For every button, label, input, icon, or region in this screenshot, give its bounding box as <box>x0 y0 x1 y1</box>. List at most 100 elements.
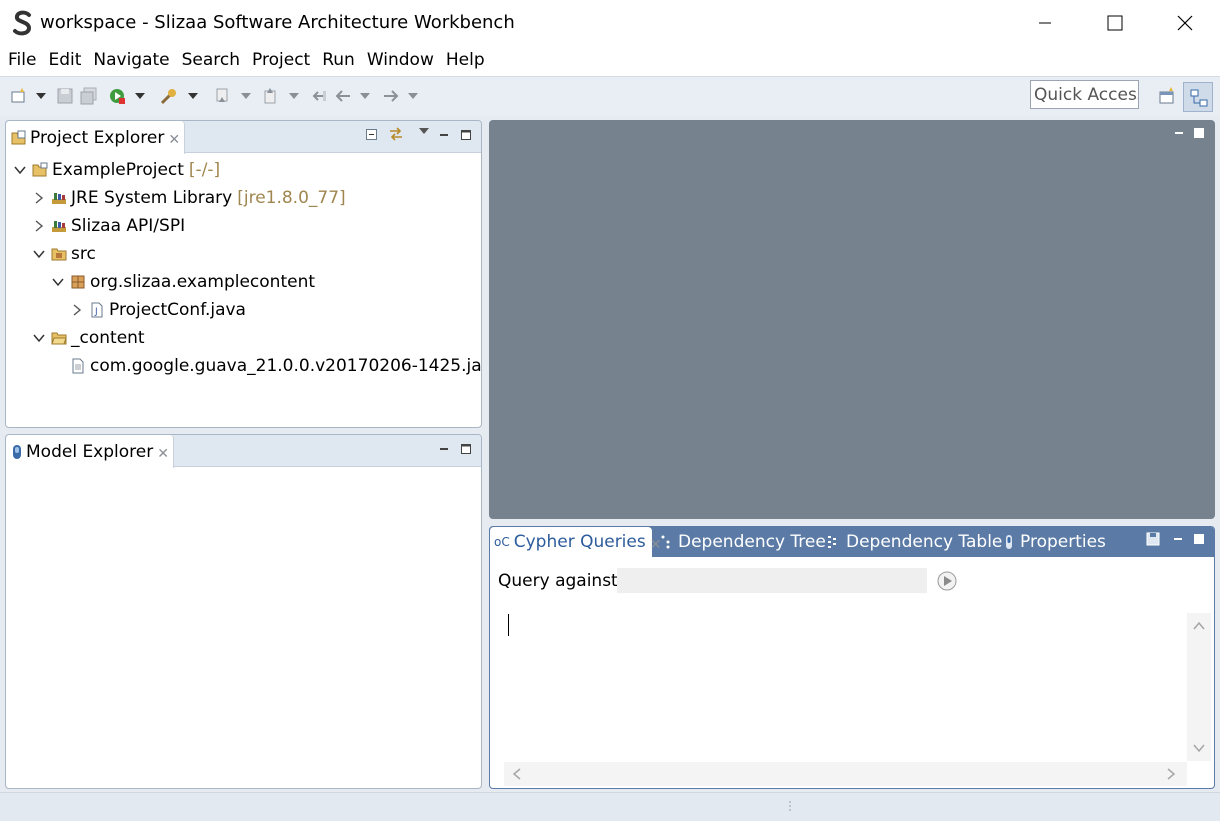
expanded-chevron-icon[interactable] <box>32 247 46 261</box>
save-query-icon[interactable] <box>1146 532 1160 546</box>
close-tab-icon[interactable]: ✕ <box>157 446 169 462</box>
vertical-scrollbar[interactable] <box>1187 613 1211 761</box>
execute-query-icon[interactable] <box>936 570 958 592</box>
menu-navigate[interactable]: Navigate <box>88 46 174 76</box>
run-icon[interactable] <box>108 87 126 105</box>
scroll-right-icon[interactable] <box>1166 768 1176 780</box>
forward-icon[interactable] <box>382 87 400 105</box>
tab-model-explorer[interactable]: Model Explorer ✕ <box>6 435 174 468</box>
tab-model-explorer-label: Model Explorer <box>26 441 154 462</box>
tab-dependency-table[interactable]: Dependency Table <box>826 527 1002 557</box>
scroll-left-icon[interactable] <box>512 768 522 780</box>
collapsed-chevron-icon[interactable] <box>32 191 46 205</box>
tree-item-example-project[interactable]: ExampleProject [-/-] <box>13 156 220 184</box>
collapsed-chevron-icon[interactable] <box>70 303 84 317</box>
view-menu-icon[interactable] <box>419 128 429 134</box>
project-explorer-tabstrip: Project Explorer ✕ <box>6 121 481 154</box>
query-against-field[interactable] <box>617 568 927 593</box>
menu-project[interactable]: Project <box>247 46 315 76</box>
new-dropdown-icon[interactable] <box>36 93 46 99</box>
tree-item-jar-file[interactable]: com.google.guava_21.0.0.v20170206-1425.j… <box>70 352 482 380</box>
tab-label: Properties <box>1020 532 1106 552</box>
run-dropdown-icon[interactable] <box>135 93 145 99</box>
tree-item-label: Slizaa API/SPI <box>71 216 186 236</box>
collapsed-chevron-icon[interactable] <box>32 219 46 233</box>
status-bar-grip-icon[interactable] <box>788 800 792 814</box>
previous-annotation-dropdown-icon[interactable] <box>289 93 299 99</box>
maximize-view-icon[interactable] <box>1193 533 1205 545</box>
external-tools-dropdown-icon[interactable] <box>188 93 198 99</box>
tree-item-label: JRE System Library <box>71 188 233 208</box>
minimize-view-icon[interactable] <box>438 443 450 455</box>
package-icon <box>71 275 85 289</box>
model-explorer-icon <box>13 444 21 459</box>
new-icon[interactable] <box>10 87 28 105</box>
close-button[interactable] <box>1150 0 1220 46</box>
scroll-down-icon[interactable] <box>1193 743 1205 753</box>
menu-run[interactable]: Run <box>317 46 360 76</box>
tree-item-package[interactable]: org.slizaa.examplecontent <box>51 268 315 296</box>
horizontal-scrollbar[interactable] <box>504 762 1187 786</box>
tab-cypher-queries[interactable]: oC Cypher Queries ✕ <box>490 527 661 557</box>
back-dropdown-icon[interactable] <box>360 93 370 99</box>
tree-item-java-file[interactable]: J ProjectConf.java <box>70 296 246 324</box>
dependency-table-icon <box>828 536 836 548</box>
expanded-chevron-icon[interactable] <box>51 275 65 289</box>
minimize-button[interactable] <box>1010 0 1080 46</box>
minimize-view-icon[interactable] <box>1172 533 1184 545</box>
menu-file[interactable]: File <box>3 46 41 76</box>
maximize-button[interactable] <box>1080 0 1150 46</box>
tree-item-content-folder[interactable]: _content <box>32 324 145 352</box>
menu-edit[interactable]: Edit <box>43 46 86 76</box>
model-explorer-tabstrip: Model Explorer ✕ <box>6 435 481 468</box>
maximize-editor-icon[interactable] <box>1193 127 1205 139</box>
open-perspective-icon[interactable] <box>1158 87 1176 105</box>
link-with-editor-icon[interactable] <box>388 127 404 141</box>
scroll-up-icon[interactable] <box>1193 621 1205 631</box>
minimize-view-icon[interactable] <box>438 129 450 141</box>
tab-label: Dependency Table <box>846 532 1003 552</box>
last-edit-location-icon[interactable] <box>310 87 328 105</box>
external-tools-icon[interactable] <box>160 87 178 105</box>
tab-project-explorer[interactable]: Project Explorer ✕ <box>6 121 186 154</box>
save-icon[interactable] <box>56 87 74 105</box>
back-icon[interactable] <box>334 87 352 105</box>
expanded-chevron-icon[interactable] <box>32 331 46 345</box>
library-icon <box>52 193 66 204</box>
collapse-all-icon[interactable] <box>366 129 378 141</box>
model-explorer-view: Model Explorer ✕ <box>5 434 482 789</box>
folder-icon <box>51 332 67 345</box>
tab-dependency-tree[interactable]: Dependency Tree <box>660 527 826 557</box>
menu-search[interactable]: Search <box>177 46 245 76</box>
cypher-query-editor[interactable] <box>504 613 1184 761</box>
menu-window[interactable]: Window <box>362 46 439 76</box>
previous-annotation-icon[interactable] <box>262 87 280 105</box>
tab-label: Dependency Tree <box>678 532 826 552</box>
tree-item-label: ExampleProject <box>52 160 184 180</box>
tree-item-label: src <box>71 244 96 264</box>
menu-bar: File Edit Navigate Search Project Run Wi… <box>0 46 1220 76</box>
save-all-icon[interactable] <box>80 87 98 105</box>
next-annotation-dropdown-icon[interactable] <box>241 93 251 99</box>
title-bar: workspace - Slizaa Software Architecture… <box>0 0 1220 46</box>
forward-dropdown-icon[interactable] <box>408 93 418 99</box>
tree-item-label: com.google.guava_21.0.0.v20170206-1425.j… <box>90 356 482 376</box>
tree-item-src[interactable]: src <box>32 240 96 268</box>
tab-properties[interactable]: Properties <box>1004 527 1106 557</box>
maximize-view-icon[interactable] <box>460 129 472 141</box>
bottom-panel: oC Cypher Queries ✕ Dependency Tree Depe… <box>489 526 1215 789</box>
properties-icon <box>1006 535 1012 549</box>
java-file-icon: J <box>91 302 103 318</box>
tree-item-jre-library[interactable]: JRE System Library [jre1.8.0_77] <box>32 184 346 212</box>
expanded-chevron-icon[interactable] <box>13 163 27 177</box>
next-annotation-icon[interactable] <box>214 87 232 105</box>
slizaa-perspective-button[interactable] <box>1183 82 1213 112</box>
menu-help[interactable]: Help <box>441 46 490 76</box>
quick-access-input[interactable]: Quick Access <box>1030 80 1139 109</box>
close-icon <box>1177 15 1193 31</box>
status-bar <box>0 792 1220 821</box>
close-tab-icon[interactable]: ✕ <box>168 132 180 148</box>
maximize-view-icon[interactable] <box>460 443 472 455</box>
minimize-editor-icon[interactable] <box>1173 127 1185 139</box>
tree-item-slizaa-api[interactable]: Slizaa API/SPI <box>32 212 185 240</box>
